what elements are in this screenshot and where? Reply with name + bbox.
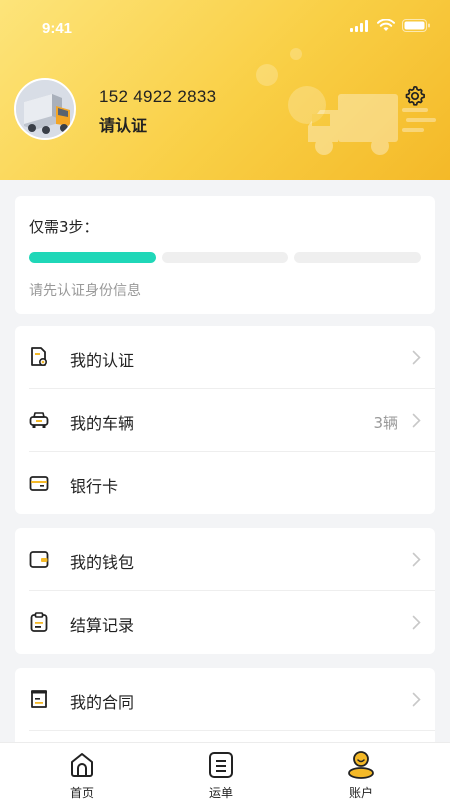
profile-header: 9:41 152 4922 2833 请认证	[0, 0, 450, 180]
progress-step-3	[294, 252, 422, 263]
home-icon	[71, 753, 93, 777]
chevron-right-icon	[412, 413, 421, 428]
chevron-right-icon	[412, 350, 421, 365]
account-icon	[348, 751, 374, 779]
tab-label: 账户	[348, 786, 373, 800]
menu-item-wallet[interactable]: 我的钱包	[15, 528, 435, 590]
vehicle-count: 3辆	[373, 414, 398, 432]
menu-item-bank-card[interactable]: 银行卡	[15, 452, 435, 514]
phone-number: 152 4922 2833	[99, 87, 217, 106]
chevron-right-icon	[412, 552, 421, 567]
gear-icon[interactable]	[403, 84, 427, 108]
chevron-right-icon	[412, 615, 421, 630]
menu-label: 银行卡	[70, 477, 119, 496]
menu-label: 结算记录	[70, 616, 135, 635]
verify-link[interactable]: 请认证	[99, 112, 147, 136]
avatar[interactable]	[14, 78, 76, 140]
status-time: 9:41	[42, 20, 73, 37]
tab-account[interactable]: 账户	[286, 743, 436, 800]
menu-item-settlement[interactable]: 结算记录	[15, 591, 435, 653]
menu-card-identity: 我的认证 我的车辆 3辆 银行卡	[15, 326, 435, 514]
menu-card-finance: 我的钱包 结算记录	[15, 528, 435, 654]
decor-bubble	[256, 64, 278, 86]
menu-item-vehicles[interactable]: 我的车辆 3辆	[15, 389, 435, 451]
divider	[29, 730, 435, 731]
tab-label: 运单	[208, 786, 233, 800]
steps-title: 仅需3步：	[29, 218, 99, 236]
menu-item-certification[interactable]: 我的认证	[15, 326, 435, 388]
certificate-icon	[31, 347, 48, 367]
progress-step-2	[161, 252, 289, 263]
tab-bar: 首页 运单 账户	[0, 742, 450, 800]
clipboard-icon	[30, 612, 48, 632]
menu-label: 我的车辆	[70, 414, 135, 433]
car-icon	[29, 412, 49, 428]
wifi-icon	[377, 19, 395, 31]
menu-label: 我的合同	[70, 693, 135, 712]
menu-item-contract[interactable]: 我的合同	[15, 668, 435, 730]
signal-icon	[350, 19, 368, 32]
bank-card-icon	[29, 476, 49, 491]
steps-card: 仅需3步： 请先认证身份信息	[15, 196, 435, 314]
tab-waybill[interactable]: 运单	[146, 743, 296, 800]
steps-progress	[29, 252, 422, 263]
menu-label: 我的认证	[70, 351, 135, 370]
chevron-right-icon	[412, 692, 421, 707]
battery-icon	[402, 19, 430, 32]
truck-avatar-image	[16, 80, 74, 138]
tab-home[interactable]: 首页	[7, 743, 157, 800]
wallet-icon	[29, 551, 49, 568]
contract-icon	[31, 690, 47, 708]
menu-label: 我的钱包	[70, 553, 135, 572]
waybill-icon	[209, 752, 233, 778]
steps-hint: 请先认证身份信息	[29, 283, 141, 299]
progress-step-1	[29, 252, 156, 263]
tab-label: 首页	[69, 786, 94, 800]
status-bar: 9:41	[0, 0, 450, 56]
